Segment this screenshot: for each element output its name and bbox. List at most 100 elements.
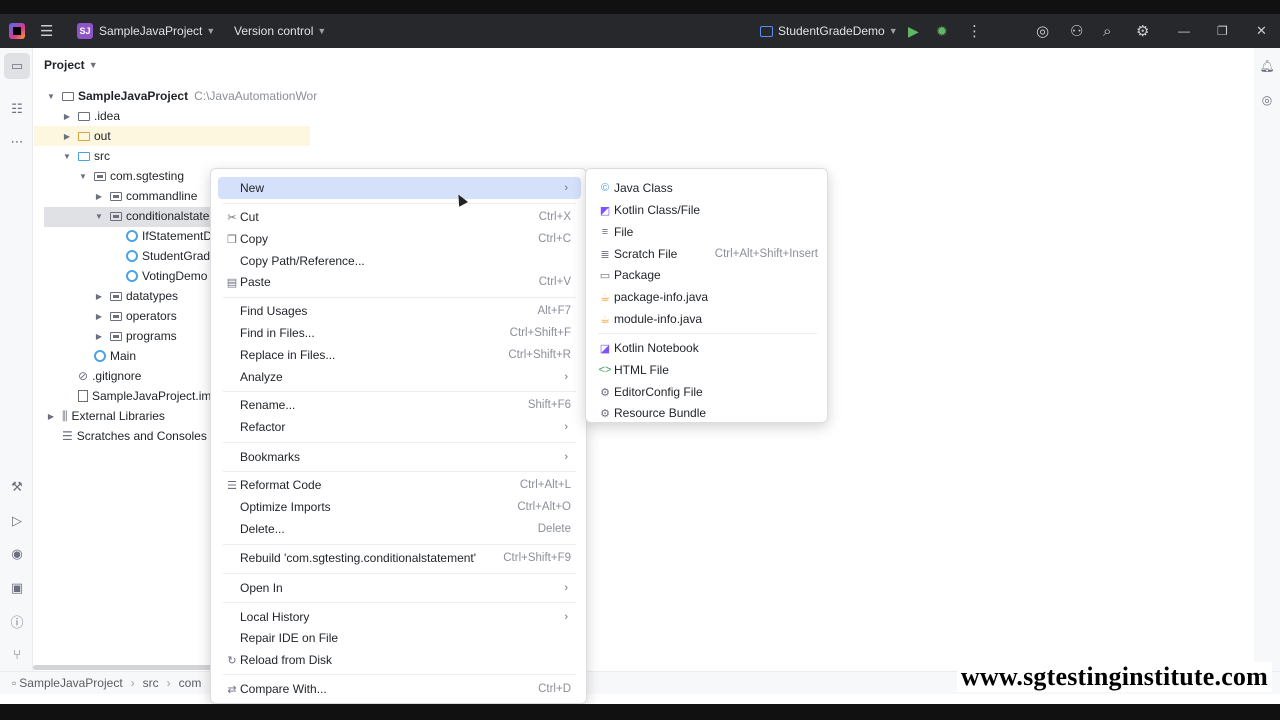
menu-separator bbox=[223, 391, 576, 392]
more-tools-icon[interactable]: ⋯ bbox=[8, 133, 26, 151]
left-tool-strip: ▭ ☷ ⋯ ⚒ ▷ ◉ ▣ ⓘ ⑂ bbox=[0, 48, 33, 688]
services-tool-icon[interactable]: ◉ bbox=[8, 545, 26, 563]
menu-item-repair-ide[interactable]: Repair IDE on File bbox=[218, 627, 581, 649]
tree-item-out[interactable]: ▶ out bbox=[62, 126, 111, 146]
vcs-widget[interactable]: Version control ▼ bbox=[234, 14, 326, 48]
submenu-item-package[interactable]: ▭ Package bbox=[593, 264, 822, 286]
menu-item-cut[interactable]: ✂ Cut Ctrl+X bbox=[218, 206, 581, 228]
menu-item-reformat-code[interactable]: ☰ Reformat Code Ctrl+Alt+L bbox=[218, 474, 581, 496]
search-icon[interactable]: ⌕ bbox=[1103, 14, 1111, 48]
menu-item-reload-from-disk[interactable]: ↻ Reload from Disk bbox=[218, 649, 581, 671]
breadcrumb-project[interactable]: SampleJavaProject bbox=[19, 676, 122, 690]
git-tool-icon[interactable]: ⑂ bbox=[8, 645, 26, 663]
ai-assistant-icon[interactable]: ◎ bbox=[1036, 14, 1049, 48]
menu-item-replace-in-files[interactable]: Replace in Files... Ctrl+Shift+R bbox=[218, 344, 581, 366]
menu-item-copy-path[interactable]: Copy Path/Reference... bbox=[218, 250, 581, 272]
menu-separator bbox=[223, 471, 576, 472]
chevron-right-icon: › bbox=[564, 371, 568, 383]
tree-item-operators[interactable]: ▶ operators bbox=[94, 306, 177, 326]
submenu-item-resource-bundle[interactable]: ⚙ Resource Bundle bbox=[593, 402, 822, 424]
submenu-item-html-file[interactable]: <> HTML File bbox=[593, 359, 822, 381]
menu-item-compare-with[interactable]: ⇄ Compare With... Ctrl+D bbox=[218, 678, 581, 700]
code-with-me-icon[interactable]: ⚇ bbox=[1070, 14, 1083, 48]
project-tool-icon[interactable]: ▭ bbox=[4, 53, 30, 79]
horizontal-scrollbar[interactable] bbox=[33, 665, 213, 670]
package-icon bbox=[110, 311, 122, 321]
tree-item-root[interactable]: ▼ SampleJavaProject C:\JavaAutomationWor bbox=[46, 86, 317, 106]
chevron-right-icon: ▶ bbox=[63, 131, 71, 141]
notebook-icon: ◪ bbox=[599, 342, 611, 355]
tree-item-scratches[interactable]: ☰ Scratches and Consoles bbox=[62, 426, 207, 446]
tree-item-src[interactable]: ▼ src bbox=[62, 146, 110, 166]
build-tool-icon[interactable]: ⚒ bbox=[8, 478, 26, 496]
tree-item-datatypes[interactable]: ▶ datatypes bbox=[94, 286, 178, 306]
ai-chat-icon[interactable]: ◎ bbox=[1259, 92, 1275, 108]
close-icon[interactable]: ✕ bbox=[1256, 14, 1267, 48]
menu-item-refactor[interactable]: Refactor › bbox=[218, 416, 581, 438]
menu-separator bbox=[223, 203, 576, 204]
menu-item-local-history[interactable]: Local History › bbox=[218, 606, 581, 628]
menu-separator bbox=[223, 602, 576, 603]
menu-item-find-usages[interactable]: Find Usages Alt+F7 bbox=[218, 300, 581, 322]
submenu-item-scratch-file[interactable]: ≣ Scratch File Ctrl+Alt+Shift+Insert bbox=[593, 243, 822, 265]
chevron-down-icon: ▼ bbox=[79, 171, 87, 181]
notifications-icon[interactable]: 🔔︎ bbox=[1259, 58, 1275, 74]
project-name: SampleJavaProject bbox=[99, 24, 203, 38]
minimize-icon[interactable]: — bbox=[1178, 14, 1190, 48]
tree-item-programs[interactable]: ▶ programs bbox=[94, 326, 177, 346]
menu-item-rebuild[interactable]: Rebuild 'com.sgtesting.conditionalstatem… bbox=[218, 547, 581, 569]
breadcrumb-src[interactable]: src bbox=[143, 676, 159, 690]
tree-item-ifstatementdemo[interactable]: IfStatementDe bbox=[126, 226, 219, 246]
tree-item-commandline[interactable]: ▶ commandline bbox=[94, 186, 197, 206]
menu-item-paste[interactable]: ▤ Paste Ctrl+V bbox=[218, 271, 581, 293]
debug-icon[interactable]: ✹ bbox=[936, 14, 948, 48]
submenu-item-kotlin-class[interactable]: ◩ Kotlin Class/File bbox=[593, 199, 822, 221]
menu-item-new[interactable]: New › bbox=[218, 177, 581, 199]
project-panel-header[interactable]: Project ▼ bbox=[44, 58, 98, 72]
tree-item-conditionalstatement[interactable]: ▼ conditionalstate bbox=[94, 206, 209, 226]
package-icon bbox=[110, 211, 122, 221]
tree-item-votingdemo[interactable]: VotingDemo bbox=[126, 266, 207, 286]
run-config-selector[interactable]: StudentGradeDemo ▼ bbox=[760, 14, 898, 48]
chevron-right-icon: ▶ bbox=[95, 331, 103, 341]
app-logo[interactable] bbox=[9, 14, 25, 48]
tree-item-external-libraries[interactable]: ▶ ⫼ External Libraries bbox=[46, 406, 165, 426]
restore-icon[interactable]: ❐ bbox=[1217, 14, 1228, 48]
menu-item-analyze[interactable]: Analyze › bbox=[218, 366, 581, 388]
submenu-item-editorconfig[interactable]: ⚙ EditorConfig File bbox=[593, 381, 822, 403]
submenu-item-java-class[interactable]: © Java Class bbox=[593, 177, 822, 199]
menu-item-find-in-files[interactable]: Find in Files... Ctrl+Shift+F bbox=[218, 322, 581, 344]
chevron-right-icon: › bbox=[564, 451, 568, 463]
terminal-tool-icon[interactable]: ▣ bbox=[8, 579, 26, 597]
submenu-item-kotlin-notebook[interactable]: ◪ Kotlin Notebook bbox=[593, 337, 822, 359]
submenu-item-file[interactable]: ≡ File bbox=[593, 221, 822, 243]
tree-item-gitignore[interactable]: ⊘ .gitignore bbox=[78, 366, 141, 386]
tree-item-package[interactable]: ▼ com.sgtesting bbox=[78, 166, 184, 186]
chevron-right-icon: ▶ bbox=[63, 111, 71, 121]
menu-item-delete[interactable]: Delete... Delete bbox=[218, 518, 581, 540]
tree-item-iml[interactable]: SampleJavaProject.iml bbox=[78, 386, 214, 406]
tree-item-studentgradedemo[interactable]: StudentGrade bbox=[126, 246, 217, 266]
menu-item-open-in[interactable]: Open In › bbox=[218, 577, 581, 599]
menu-separator bbox=[223, 674, 576, 675]
tree-item-idea[interactable]: ▶ .idea bbox=[62, 106, 120, 126]
problems-tool-icon[interactable]: ⓘ bbox=[8, 612, 26, 630]
submenu-item-module-info[interactable]: ☕ module-info.java bbox=[593, 308, 822, 330]
run-icon[interactable]: ▶ bbox=[908, 14, 919, 48]
menu-item-rename[interactable]: Rename... Shift+F6 bbox=[218, 394, 581, 416]
settings-icon[interactable]: ⚙ bbox=[1136, 14, 1149, 48]
menu-item-copy[interactable]: ❐ Copy Ctrl+C bbox=[218, 228, 581, 250]
submenu-item-package-info[interactable]: ☕ package-info.java bbox=[593, 286, 822, 308]
main-menu-icon[interactable]: ☰ bbox=[40, 14, 53, 48]
project-switcher[interactable]: SJ SampleJavaProject ▼ bbox=[77, 14, 215, 48]
more-actions-icon[interactable]: ⋮ bbox=[967, 14, 982, 48]
menu-item-optimize-imports[interactable]: Optimize Imports Ctrl+Alt+O bbox=[218, 496, 581, 518]
run-tool-icon[interactable]: ▷ bbox=[8, 512, 26, 530]
tree-item-main[interactable]: Main bbox=[94, 346, 136, 366]
package-icon bbox=[110, 191, 122, 201]
menu-item-bookmarks[interactable]: Bookmarks › bbox=[218, 446, 581, 468]
java-class-icon: © bbox=[600, 182, 610, 194]
structure-tool-icon[interactable]: ☷ bbox=[8, 100, 26, 118]
chevron-down-icon: ▼ bbox=[206, 26, 216, 36]
breadcrumb-com[interactable]: com bbox=[179, 676, 202, 690]
